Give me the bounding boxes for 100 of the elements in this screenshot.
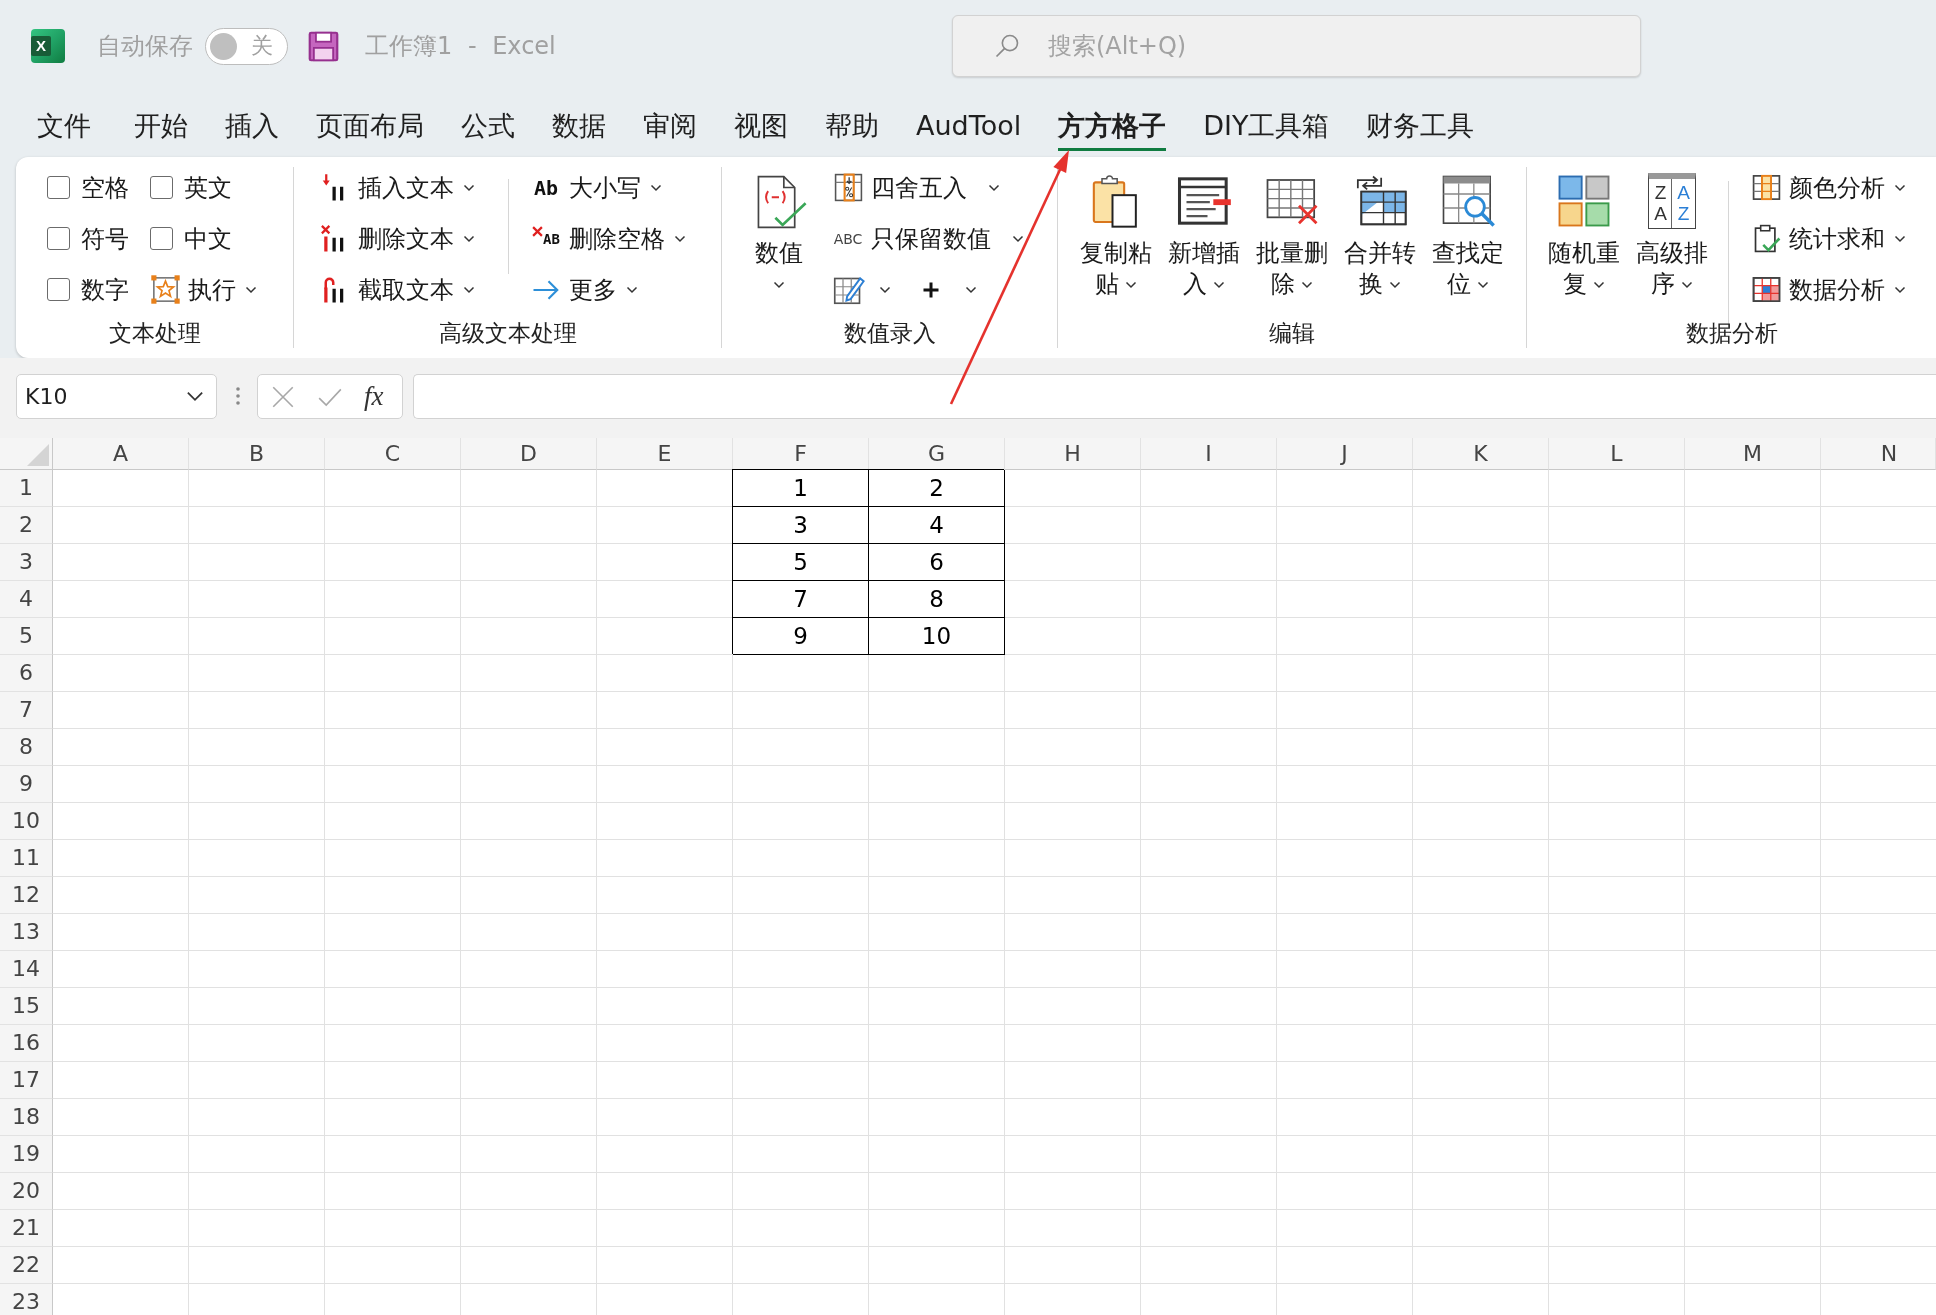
column-header[interactable]: G (869, 438, 1005, 470)
save-icon[interactable] (307, 29, 340, 63)
row-header[interactable]: 18 (0, 1099, 53, 1136)
group-label: 高级文本处理 (437, 319, 578, 348)
ribbon-tab[interactable]: 帮助 (825, 108, 879, 151)
chevron-down-icon (674, 234, 686, 243)
row-header[interactable]: 17 (0, 1062, 53, 1099)
column-header[interactable]: F (733, 438, 869, 470)
column-header[interactable]: A (53, 438, 189, 470)
ribbon-button[interactable]: 批量删除 (1252, 162, 1332, 315)
ribbon-tab[interactable]: 插入 (225, 108, 279, 151)
ribbon-button[interactable]: 随机重复 (1544, 162, 1624, 315)
checkbox-label[interactable]: 中文 (184, 222, 232, 255)
ribbon-tab[interactable]: DIY工具箱 (1203, 108, 1330, 151)
column-header[interactable]: L (1549, 438, 1685, 470)
dropdown-button[interactable]: 更多 (530, 264, 686, 315)
ribbon-tab[interactable]: 审阅 (643, 108, 697, 151)
letters-icon: ABC (833, 230, 863, 247)
ribbon-tab[interactable]: 方方格子 (1058, 108, 1167, 151)
icon-letters: ZA (1653, 182, 1668, 225)
search-field[interactable]: 搜索(Alt+Q) (952, 15, 1641, 77)
column-header[interactable]: B (189, 438, 325, 470)
checkbox[interactable] (150, 227, 173, 250)
column-header[interactable]: I (1141, 438, 1277, 470)
insert-function-button[interactable]: fx (364, 381, 384, 412)
ribbon-button[interactable]: ZA AZ 高级排序 (1632, 162, 1712, 315)
checkbox-label[interactable]: 数字 (81, 273, 129, 306)
checkbox-label[interactable]: 空格 (81, 171, 129, 204)
row-header[interactable]: 14 (0, 951, 53, 988)
row-header[interactable]: 23 (0, 1284, 53, 1315)
row-header[interactable]: 20 (0, 1173, 53, 1210)
row-header[interactable]: 19 (0, 1136, 53, 1173)
row-header[interactable]: 5 (0, 618, 53, 655)
row-header[interactable]: 11 (0, 840, 53, 877)
row-header[interactable]: 8 (0, 729, 53, 766)
dropdown-button[interactable]: 截取文本 (319, 264, 508, 315)
row-header[interactable]: 16 (0, 1025, 53, 1062)
chevron-down-icon (463, 285, 475, 294)
group-label: 数值录入 (842, 319, 937, 348)
row-header[interactable]: 2 (0, 507, 53, 544)
dropdown-button[interactable]: AB 删除空格 (530, 213, 686, 264)
row-header[interactable]: 4 (0, 581, 53, 618)
ribbon-tab[interactable]: 文件 (37, 108, 91, 151)
cross-icon (532, 226, 544, 237)
column-header[interactable]: H (1005, 438, 1141, 470)
dropdown-button[interactable]: 四舍五入 (832, 162, 1024, 213)
row-header[interactable]: 7 (0, 692, 53, 729)
row-header[interactable]: 21 (0, 1210, 53, 1247)
ribbon-tab[interactable]: 公式 (461, 108, 515, 151)
row-header[interactable]: 3 (0, 544, 53, 581)
ribbon-button[interactable]: 新增插入 (1164, 162, 1244, 315)
dropdown-button[interactable]: 统计求和 (1750, 213, 1906, 264)
window-title: 工作簿1 - Excel (365, 31, 556, 62)
dropdown-button[interactable]: 颜色分析 (1750, 162, 1906, 213)
ribbon-tab[interactable]: 开始 (134, 108, 188, 151)
dropdown-button[interactable]: 插入文本 (319, 162, 508, 213)
checkbox[interactable] (47, 176, 70, 199)
column-header[interactable]: M (1685, 438, 1821, 470)
ribbon-tab[interactable]: 页面布局 (316, 108, 424, 151)
ribbon-button[interactable]: 复制粘贴 (1076, 162, 1156, 315)
column-header[interactable]: N (1821, 438, 1936, 470)
row-header[interactable]: 12 (0, 877, 53, 914)
row-header[interactable]: 22 (0, 1247, 53, 1284)
checkbox[interactable] (47, 227, 70, 250)
ribbon-button[interactable]: 合并转换 (1340, 162, 1420, 315)
checkbox[interactable] (47, 278, 70, 301)
column-header[interactable]: K (1413, 438, 1549, 470)
checkbox-label[interactable]: 符号 (81, 222, 129, 255)
formula-input[interactable] (413, 374, 1936, 419)
row-header[interactable]: 15 (0, 988, 53, 1025)
checkbox-label[interactable]: 英文 (184, 171, 232, 204)
dropdown-button[interactable]: ABC 只保留数值 (832, 213, 1024, 264)
table-cell: 5 (733, 544, 869, 581)
more-icon[interactable] (235, 385, 241, 407)
dropdown-button[interactable]: 删除文本 (319, 213, 508, 264)
ribbon-button[interactable]: 查找定位 (1428, 162, 1508, 315)
column-header[interactable]: E (597, 438, 733, 470)
checkbox[interactable] (150, 176, 173, 199)
column-header[interactable]: C (325, 438, 461, 470)
column-header[interactable]: D (461, 438, 597, 470)
ribbon-button[interactable]: 数值 (744, 162, 814, 315)
chevron-down-icon (1301, 281, 1313, 289)
dropdown-button[interactable]: Ab 大小写 (530, 162, 686, 213)
chevron-down-icon (879, 285, 891, 294)
ribbon-tab[interactable]: AudTool (916, 108, 1022, 151)
row-header[interactable]: 13 (0, 914, 53, 951)
column-header[interactable]: J (1277, 438, 1413, 470)
chevron-down-icon (1894, 234, 1906, 243)
ribbon-tab[interactable]: 数据 (552, 108, 606, 151)
chevron-down-icon[interactable] (186, 391, 204, 402)
ribbon-tab[interactable]: 财务工具 (1366, 108, 1475, 151)
name-box[interactable]: K10 (16, 374, 217, 419)
row-header[interactable]: 1 (0, 470, 53, 507)
ribbon-tab[interactable]: 视图 (734, 108, 788, 151)
dropdown-button[interactable]: 数据分析 (1750, 264, 1906, 315)
row-header[interactable]: 6 (0, 655, 53, 692)
row-header[interactable]: 10 (0, 803, 53, 840)
dropdown-button[interactable]: 执行 (150, 264, 257, 315)
row-header[interactable]: 9 (0, 766, 53, 803)
chevron-down-icon (1593, 281, 1605, 289)
